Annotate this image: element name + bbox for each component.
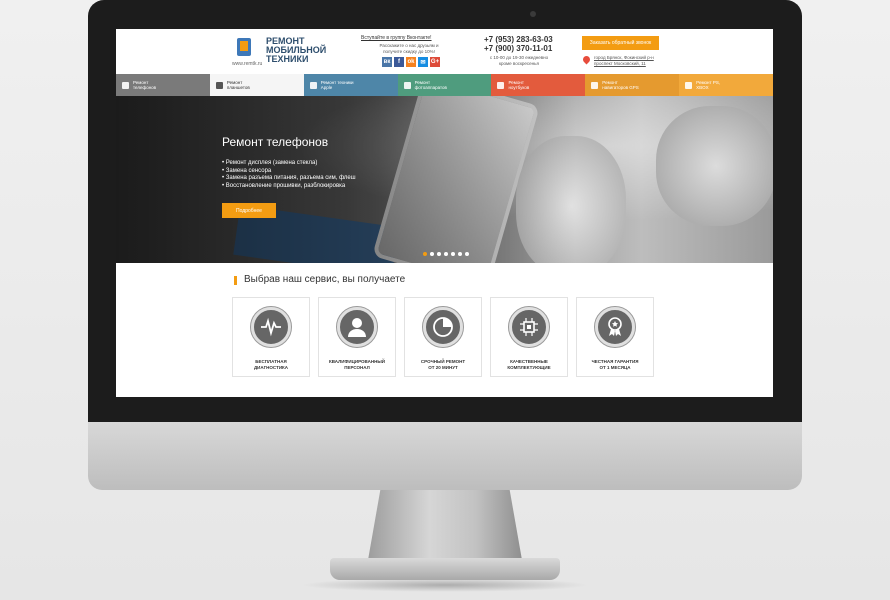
- google-plus-icon[interactable]: G+: [430, 57, 440, 67]
- feature-label: Срочный ремонт от 20 минут: [420, 359, 466, 370]
- address-link[interactable]: город Брянск, Фокинский р-н проспект Мос…: [594, 55, 662, 67]
- feature-card[interactable]: Честная гарантия от 1 месяца: [576, 297, 654, 377]
- slider-dot[interactable]: [465, 252, 469, 256]
- feature-card[interactable]: Срочный ремонт от 20 минут: [404, 297, 482, 377]
- user-icon: [336, 306, 378, 348]
- features-title: Выбрав наш сервис, вы получаете: [244, 274, 406, 285]
- feature-label: Качественные комплектующие: [507, 359, 551, 370]
- feature-label: Бесплатная диагностика: [253, 359, 289, 370]
- phone-primary[interactable]: +7 (953) 283-63-03: [484, 35, 553, 44]
- feature-label: Честная гарантия от 1 месяца: [591, 359, 639, 370]
- nav-apple[interactable]: Ремонт техники Apple: [303, 74, 398, 96]
- logo-icon[interactable]: [237, 38, 251, 56]
- gamepad-icon: [685, 81, 693, 89]
- phone-secondary[interactable]: +7 (900) 370-11-01: [484, 44, 552, 53]
- details-button[interactable]: Подробнее: [222, 203, 276, 218]
- vk-join-link[interactable]: Вступайте в группу Вконтакте!: [361, 35, 432, 41]
- stage: РЕМОНТ МОБИЛЬНОЙ ТЕХНИКИ www.remtk.ru Вс…: [0, 0, 890, 600]
- features-cards: Бесплатная диагностика Квалифицированный п…: [232, 297, 654, 377]
- nav-cameras[interactable]: Ремонт фотоаппаратов: [397, 74, 492, 96]
- nav-label: Ремонт техники Apple: [320, 80, 354, 90]
- nav-tablets[interactable]: Ремонт планшетов: [209, 74, 304, 96]
- slider-dot[interactable]: [458, 252, 462, 256]
- chip-icon: [508, 306, 550, 348]
- nav-label: Ремонт PS, XBOX: [696, 80, 721, 90]
- monitor-neck: [368, 490, 522, 560]
- nav-phones[interactable]: Ремонт телефонов: [116, 74, 210, 96]
- satellite-icon: [591, 81, 599, 89]
- logo-title[interactable]: РЕМОНТ МОБИЛЬНОЙ ТЕХНИКИ: [266, 37, 326, 64]
- monitor-base: [330, 558, 560, 580]
- camera-icon: [403, 81, 411, 89]
- title-marker: [234, 276, 237, 285]
- slider-dot[interactable]: [423, 252, 427, 256]
- nav-label: Ремонт телефонов: [133, 80, 157, 90]
- hero-slider: Ремонт телефонов Ремонт дисплея (замена …: [116, 96, 773, 263]
- feature-card[interactable]: Бесплатная диагностика: [232, 297, 310, 377]
- nav-label: Ремонт фотоаппаратов: [414, 80, 447, 90]
- clock-icon: [422, 306, 464, 348]
- list-item: Восстановление прошивки, разблокировка: [222, 183, 356, 191]
- callback-button[interactable]: Заказать обратный звонок: [582, 36, 659, 50]
- slider-dot[interactable]: [430, 252, 434, 256]
- nav-label: Ремонт планшетов: [226, 80, 250, 90]
- mail-icon[interactable]: ✉: [418, 57, 428, 67]
- slider-dot[interactable]: [451, 252, 455, 256]
- nav-consoles[interactable]: Ремонт PS, XBOX: [679, 74, 773, 96]
- slider-dot[interactable]: [444, 252, 448, 256]
- nav-label: Ремонт навигаторов GPS: [602, 80, 639, 90]
- list-item: Замена сенсора: [222, 168, 356, 176]
- stand-shadow: [300, 578, 590, 592]
- list-item: Ремонт дисплея (замена стекла): [222, 160, 356, 168]
- nav-label: Ремонт ноутбуков: [508, 80, 530, 90]
- feature-card[interactable]: Качественные комплектующие: [490, 297, 568, 377]
- vk-icon[interactable]: вк: [382, 57, 392, 67]
- slider-dot[interactable]: [437, 252, 441, 256]
- monitor-chin: [88, 422, 802, 490]
- hero-title: Ремонт телефонов: [222, 135, 329, 149]
- site-header: РЕМОНТ МОБИЛЬНОЙ ТЕХНИКИ www.remtk.ru Вс…: [116, 29, 773, 74]
- phone-icon: [122, 81, 129, 89]
- hero-services-list: Ремонт дисплея (замена стекла) Замена се…: [222, 160, 356, 190]
- website-screen: РЕМОНТ МОБИЛЬНОЙ ТЕХНИКИ www.remtk.ru Вс…: [116, 29, 773, 397]
- slider-dots: [423, 252, 469, 256]
- tablet-icon: [215, 81, 223, 89]
- hero-overlay: [116, 96, 773, 263]
- nav-laptops[interactable]: Ремонт ноутбуков: [491, 74, 586, 96]
- odnoklassniki-icon[interactable]: ok: [406, 57, 416, 67]
- pulse-icon: [250, 306, 292, 348]
- apple-icon: [309, 81, 317, 89]
- vk-promo-text: Расскажите о нас друзьям и получите скид…: [379, 43, 439, 54]
- working-hours: с 10-00 до 19-30 ежедневно кроме воскрес…: [489, 55, 549, 66]
- list-item: Замена разъема питания, разъема сим, фле…: [222, 175, 356, 183]
- main-nav: Ремонт телефонов Ремонт планшетов Ремонт т…: [116, 74, 773, 96]
- award-icon: [594, 306, 636, 348]
- map-pin-icon: [581, 54, 592, 65]
- facebook-icon[interactable]: f: [394, 57, 404, 67]
- logo-url: www.remtk.ru: [232, 61, 263, 67]
- nav-gps[interactable]: Ремонт навигаторов GPS: [585, 74, 680, 96]
- feature-card[interactable]: Квалифицированный персонал: [318, 297, 396, 377]
- laptop-icon: [497, 81, 505, 89]
- camera-icon: [530, 11, 536, 17]
- feature-label: Квалифицированный персонал: [329, 359, 385, 370]
- social-links: вк f ok ✉ G+: [382, 57, 440, 67]
- logo-line: ТЕХНИКИ: [266, 54, 309, 64]
